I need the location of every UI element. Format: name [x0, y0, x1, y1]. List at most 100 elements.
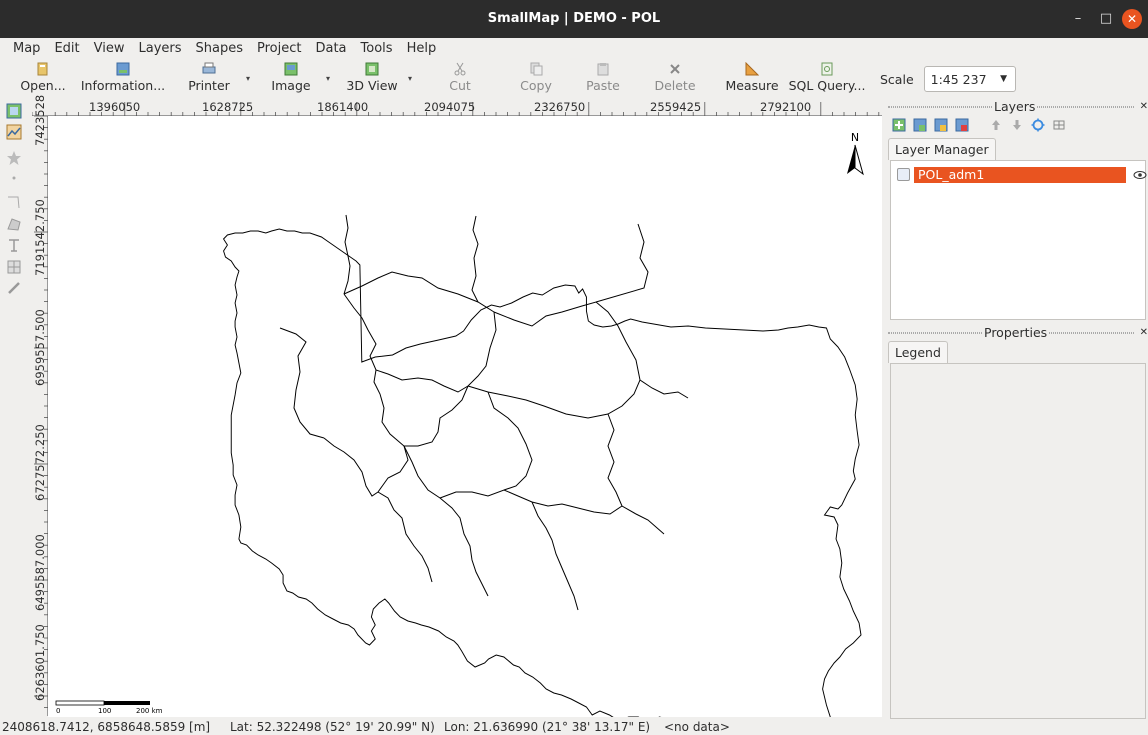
- measure-button[interactable]: Measure: [724, 62, 780, 96]
- ruler-y-label: 6495587.000: [33, 534, 47, 611]
- scale-combobox[interactable]: 1:45 237 ▼: [923, 66, 1016, 92]
- country-border: [222, 228, 862, 717]
- right-panel: Layers ✕ Layer Manager POL_adm1 Properti…: [884, 100, 1148, 720]
- left-toolstrip: [6, 100, 28, 300]
- menu-layers[interactable]: Layers: [131, 38, 188, 60]
- eye-icon[interactable]: [1133, 168, 1147, 182]
- status-coordinates: 2408618.7412, 6858648.5859 [m]: [2, 720, 211, 734]
- sql-query-label: SQL Query...: [788, 78, 866, 93]
- region-borders: [279, 214, 689, 611]
- status-bar: 2408618.7412, 6858648.5859 [m] Lat: 52.3…: [0, 720, 1148, 735]
- ruler-y-label: 6727572.250: [33, 424, 47, 501]
- close-button[interactable]: ✕: [1122, 9, 1142, 29]
- menu-bar: Map Edit View Layers Shapes Project Data…: [0, 38, 1148, 60]
- menu-help[interactable]: Help: [400, 38, 444, 60]
- layer-checkbox[interactable]: [897, 168, 910, 181]
- text-tool-icon[interactable]: [6, 237, 22, 253]
- scale-bar-label: 0: [56, 707, 60, 715]
- info-icon: [116, 62, 130, 76]
- star-icon[interactable]: [6, 150, 22, 166]
- globe-3d-icon: [365, 62, 379, 76]
- cut-button[interactable]: Cut: [440, 62, 480, 96]
- scale-bar: 0 100 200 km: [55, 700, 163, 715]
- scissors-icon: [454, 62, 466, 76]
- layer-view-icon[interactable]: [6, 124, 22, 140]
- chevron-down-icon: ▼: [1000, 74, 1008, 84]
- main-toolbar: Open... Information... Printer ▾ Image ▾…: [0, 60, 880, 98]
- north-label: N: [851, 131, 859, 144]
- ruler-y-label: 6959557.500: [33, 309, 47, 386]
- status-value: <no data>: [664, 720, 730, 734]
- copy-icon: [530, 62, 543, 76]
- copy-button[interactable]: Copy: [514, 62, 558, 96]
- polyline-icon[interactable]: [6, 194, 22, 210]
- ruler-x-label: 2094075: [424, 100, 476, 114]
- add-layer-icon[interactable]: [892, 118, 906, 132]
- move-up-icon[interactable]: [989, 118, 1003, 132]
- scale-bar-label: 200 km: [136, 707, 163, 715]
- layer-row[interactable]: POL_adm1: [897, 167, 1147, 183]
- zoom-to-layer-icon[interactable]: [1031, 118, 1045, 132]
- ruler-x-label: 1628725: [202, 100, 254, 114]
- paste-icon: [597, 63, 609, 76]
- tab-legend[interactable]: Legend: [888, 341, 948, 363]
- title-bar: SmallMap | DEMO - POL – □ ✕: [0, 0, 1148, 38]
- properties-panel-title: Properties: [982, 325, 1050, 340]
- legend-area: [890, 363, 1146, 719]
- delete-label: Delete: [654, 78, 696, 93]
- window-title: SmallMap | DEMO - POL: [487, 11, 661, 26]
- image-dropdown[interactable]: ▾: [326, 74, 336, 83]
- move-down-icon[interactable]: [1010, 118, 1024, 132]
- menu-edit[interactable]: Edit: [47, 38, 86, 60]
- ruler-left: 7423528 7191542.750 6959557.500 6727572.…: [32, 95, 48, 716]
- sql-query-button[interactable]: SQL Query...: [788, 62, 866, 96]
- menu-project[interactable]: Project: [250, 38, 308, 60]
- delete-icon: [670, 64, 680, 74]
- ruler-icon: [745, 62, 759, 76]
- menu-data[interactable]: Data: [308, 38, 353, 60]
- menu-map[interactable]: Map: [6, 38, 47, 60]
- layer-name[interactable]: POL_adm1: [914, 167, 1126, 183]
- paste-button[interactable]: Paste: [582, 62, 624, 96]
- 3d-view-dropdown[interactable]: ▾: [408, 74, 418, 83]
- image-button[interactable]: Image: [268, 62, 314, 96]
- information-label: Information...: [80, 78, 166, 93]
- maximize-button[interactable]: □: [1096, 9, 1116, 29]
- printer-button[interactable]: Printer: [186, 62, 232, 96]
- 3d-view-button[interactable]: 3D View: [344, 62, 400, 96]
- point-icon[interactable]: [6, 170, 22, 186]
- north-arrow: N: [847, 131, 864, 176]
- menu-tools[interactable]: Tools: [354, 38, 400, 60]
- remove-layer-icon[interactable]: [955, 118, 969, 132]
- polygon-icon[interactable]: [6, 216, 22, 232]
- tab-layer-manager[interactable]: Layer Manager: [888, 138, 996, 160]
- menu-view[interactable]: View: [87, 38, 132, 60]
- ruler-y-label: 7191542.750: [33, 199, 47, 276]
- open-button[interactable]: Open...: [20, 62, 66, 96]
- scale-bar-label: 100: [98, 707, 111, 715]
- layer-grid-icon[interactable]: [1052, 118, 1066, 132]
- image-icon: [284, 62, 298, 76]
- delete-button[interactable]: Delete: [650, 62, 700, 96]
- layers-panel-header: Layers ✕: [884, 100, 1148, 114]
- pen-icon[interactable]: [6, 280, 22, 296]
- layers-panel-title: Layers: [992, 99, 1038, 114]
- add-vector-layer-icon[interactable]: [913, 118, 927, 132]
- grid-select-icon[interactable]: [6, 259, 22, 275]
- zoom-extent-icon[interactable]: [6, 103, 22, 119]
- paste-label: Paste: [586, 78, 620, 93]
- copy-label: Copy: [520, 78, 552, 93]
- information-button[interactable]: Information...: [80, 62, 166, 96]
- properties-panel-close-icon[interactable]: ✕: [1140, 326, 1148, 340]
- ruler-x-label: 2326750: [534, 100, 586, 114]
- scale-label: Scale: [880, 71, 914, 87]
- printer-dropdown[interactable]: ▾: [246, 74, 256, 83]
- minimize-button[interactable]: –: [1068, 9, 1088, 29]
- scale-value: 1:45 237: [930, 71, 987, 87]
- open-label: Open...: [20, 78, 66, 93]
- menu-shapes[interactable]: Shapes: [189, 38, 250, 60]
- ruler-top: 1396050 1628725 1861400 2094075 2326750 …: [32, 100, 882, 116]
- add-raster-layer-icon[interactable]: [934, 118, 948, 132]
- map-canvas[interactable]: N 0 100 200 km: [48, 116, 882, 717]
- layers-panel-close-icon[interactable]: ✕: [1140, 100, 1148, 114]
